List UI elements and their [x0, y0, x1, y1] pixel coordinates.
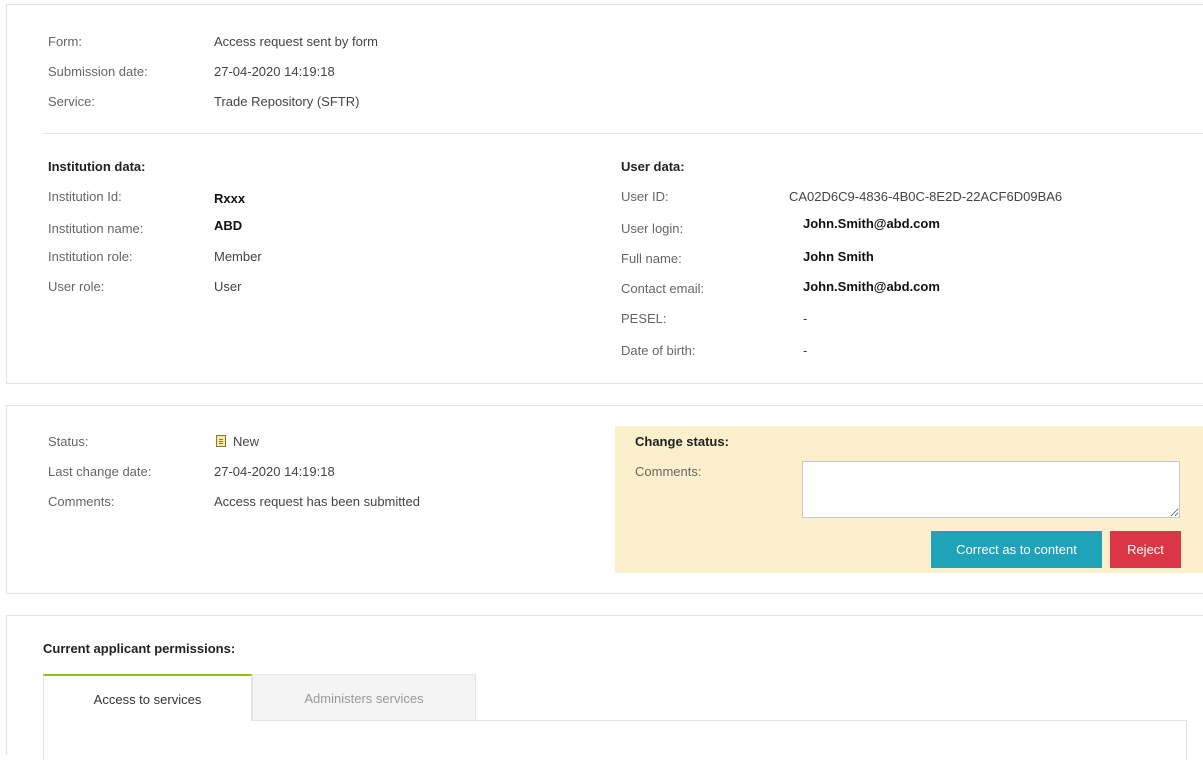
change-status-heading: Change status: [635, 434, 729, 449]
reject-button[interactable]: Reject [1110, 531, 1181, 568]
contact-email-value: John.Smith@abd.com [803, 279, 940, 294]
form-value: Access request sent by form [214, 34, 379, 49]
institution-name-value: ABD [214, 218, 243, 233]
permissions-heading: Current applicant permissions: [43, 641, 236, 656]
user-login-label: User login: [621, 221, 684, 236]
user-login-value: John.Smith@abd.com [803, 216, 940, 231]
institution-name-label: Institution name: [48, 221, 144, 236]
pesel-label: PESEL: [621, 311, 667, 326]
form-label: Form: [48, 34, 82, 49]
date-of-birth-label: Date of birth: [621, 343, 696, 358]
status-panel: Status: New Last change date: 27-04-2020… [6, 405, 1203, 594]
pesel-value: - [803, 311, 808, 326]
user-role-value: User [214, 279, 242, 294]
service-value: Trade Repository (SFTR) [214, 94, 360, 109]
last-change-date-label: Last change date: [48, 464, 152, 479]
date-of-birth-value: - [803, 343, 808, 358]
change-status-box: Change status: Comments: Correct as to c… [615, 426, 1203, 573]
status-value: New [233, 434, 260, 449]
institution-data-heading: Institution data: [48, 159, 146, 174]
institution-role-value: Member [214, 249, 262, 264]
status-value-wrap: New [216, 434, 259, 449]
permissions-panel: Current applicant permissions: Access to… [6, 615, 1203, 760]
service-label: Service: [48, 94, 95, 109]
document-icon [216, 435, 226, 447]
status-comments-label: Comments: [48, 494, 115, 509]
tab-content [43, 720, 1187, 760]
tab-administers-services[interactable]: Administers services [252, 674, 476, 721]
institution-id-value: Rxxx [214, 191, 246, 206]
user-id-value: CA02D6C9-4836-4B0C-8E2D-22ACF6D09BA6 [789, 189, 1063, 204]
full-name-value: John Smith [803, 249, 874, 264]
request-details-panel: Form: Access request sent by form Submis… [6, 4, 1203, 384]
change-status-comments-input[interactable] [802, 461, 1180, 518]
correct-as-to-content-button[interactable]: Correct as to content [931, 531, 1102, 568]
change-status-comments-label: Comments: [635, 464, 702, 479]
section-divider [43, 133, 1203, 134]
status-comments-value: Access request has been submitted [214, 494, 420, 509]
status-label: Status: [48, 434, 89, 449]
institution-id-label: Institution Id: [48, 189, 122, 204]
full-name-label: Full name: [621, 251, 682, 266]
tab-access-to-services[interactable]: Access to services [43, 674, 252, 721]
submission-date-value: 27-04-2020 14:19:18 [214, 64, 335, 79]
contact-email-label: Contact email: [621, 281, 705, 296]
user-data-heading: User data: [621, 159, 685, 174]
last-change-date-value: 27-04-2020 14:19:18 [214, 464, 335, 479]
institution-role-label: Institution role: [48, 249, 133, 264]
user-role-label: User role: [48, 279, 105, 294]
user-id-label: User ID: [621, 189, 669, 204]
submission-date-label: Submission date: [48, 64, 148, 79]
